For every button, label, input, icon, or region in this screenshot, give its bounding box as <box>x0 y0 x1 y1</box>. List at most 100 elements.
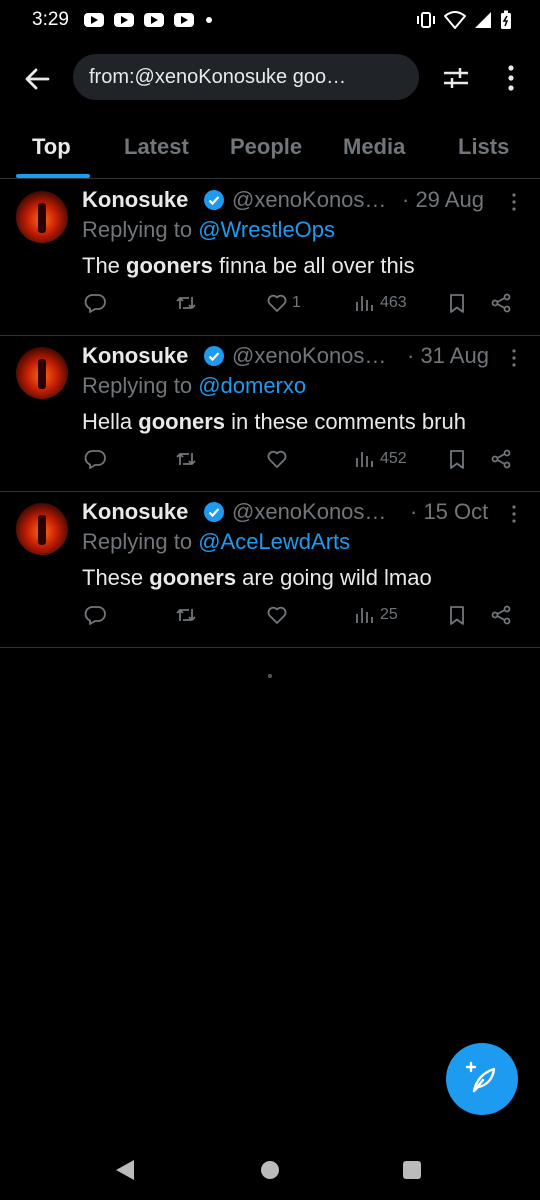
view-count: 25 <box>380 606 398 623</box>
author-name[interactable]: Konosuke <box>82 499 188 525</box>
filter-icon[interactable] <box>440 62 472 94</box>
compose-button[interactable] <box>446 1043 518 1115</box>
tweet-text-highlight: gooners <box>126 253 213 278</box>
share-button[interactable] <box>490 447 512 471</box>
tweet-date[interactable]: · 29 Aug <box>402 187 484 213</box>
youtube-notification-icon <box>144 13 164 27</box>
author-name[interactable]: Konosuke <box>82 187 188 213</box>
bookmark-icon <box>450 450 464 469</box>
bookmark-icon <box>450 606 464 625</box>
bookmark-button[interactable] <box>446 447 468 471</box>
views-button[interactable]: 452 <box>354 447 407 471</box>
like-icon <box>267 606 287 624</box>
bookmark-button[interactable] <box>446 291 468 315</box>
back-arrow-icon[interactable] <box>22 64 52 94</box>
replying-to-link[interactable]: @AceLewdArts <box>198 529 350 554</box>
retweet-button[interactable] <box>175 447 197 471</box>
signal-icon <box>475 12 491 28</box>
bookmark-button[interactable] <box>446 603 468 627</box>
vibrate-icon <box>417 12 435 28</box>
share-button[interactable] <box>490 603 512 627</box>
bookmark-icon <box>450 294 464 313</box>
reply-button[interactable] <box>84 447 106 471</box>
nav-back-icon[interactable] <box>116 1160 134 1180</box>
reply-button[interactable] <box>84 291 106 315</box>
author-handle[interactable]: @xenoKonos… <box>232 187 386 213</box>
youtube-notification-icon <box>174 13 194 27</box>
tab-top[interactable]: Top <box>32 134 71 160</box>
search-tabs: Top Latest People Media Lists <box>0 122 540 179</box>
verified-badge-icon <box>204 502 224 522</box>
like-button[interactable] <box>266 447 292 471</box>
tweet-date[interactable]: · 31 Aug <box>407 343 489 369</box>
verified-badge-icon <box>204 190 224 210</box>
tab-media[interactable]: Media <box>343 134 405 160</box>
tweet[interactable]: Konosuke @xenoKonos… · 31 Aug Replying t… <box>0 335 540 492</box>
replying-to-label: Replying to <box>82 217 199 242</box>
author-handle[interactable]: @xenoKonos… <box>232 343 386 369</box>
retweet-icon <box>176 609 196 621</box>
replying-to: Replying to @WrestleOps <box>82 217 335 243</box>
replying-to: Replying to @AceLewdArts <box>82 529 350 555</box>
replying-to-label: Replying to <box>82 373 199 398</box>
views-button[interactable]: 463 <box>354 291 407 315</box>
views-button[interactable]: 25 <box>354 603 398 627</box>
youtube-notification-icon <box>114 13 134 27</box>
status-bar: 3:29 <box>0 0 540 40</box>
like-icon <box>267 294 287 312</box>
avatar[interactable] <box>16 191 68 243</box>
reply-icon <box>84 606 106 625</box>
system-navigation-bar <box>0 1130 540 1200</box>
tweet-more-icon[interactable] <box>508 191 520 213</box>
search-header: from:@xenoKonosuke goo… <box>0 52 540 104</box>
tab-people[interactable]: People <box>230 134 302 160</box>
views-icon <box>356 608 373 623</box>
view-count: 463 <box>380 294 407 311</box>
tweet-date[interactable]: · 15 Oct <box>410 499 488 525</box>
replying-to-link[interactable]: @domerxo <box>198 373 306 398</box>
avatar[interactable] <box>16 347 68 399</box>
retweet-button[interactable] <box>175 291 197 315</box>
reply-icon <box>84 450 106 469</box>
loading-indicator <box>268 674 272 678</box>
tweet[interactable]: Konosuke @xenoKonos… · 15 Oct Replying t… <box>0 491 540 648</box>
nav-recents-icon[interactable] <box>403 1161 421 1179</box>
tab-latest[interactable]: Latest <box>124 134 189 160</box>
retweet-icon <box>176 453 196 465</box>
youtube-notification-icon <box>84 13 104 27</box>
views-icon <box>356 296 373 311</box>
tweet-text-part: Hella <box>82 409 139 434</box>
search-input[interactable]: from:@xenoKonosuke goo… <box>73 54 419 100</box>
views-icon <box>356 452 373 467</box>
compose-icon <box>465 1061 496 1093</box>
more-notifications-icon <box>206 17 212 23</box>
like-icon <box>267 450 287 468</box>
like-button[interactable]: 1 <box>266 291 301 315</box>
tweet[interactable]: Konosuke @xenoKonos… · 29 Aug Replying t… <box>0 179 540 336</box>
share-icon <box>491 293 511 313</box>
tweet-more-icon[interactable] <box>508 347 520 369</box>
tweet-text-part: The <box>82 253 127 278</box>
share-button[interactable] <box>490 291 512 315</box>
like-count: 1 <box>292 294 301 311</box>
author-handle[interactable]: @xenoKonos… <box>232 499 386 525</box>
share-icon <box>491 449 511 469</box>
tab-lists[interactable]: Lists <box>458 134 509 160</box>
reply-icon <box>84 294 106 313</box>
like-button[interactable] <box>266 603 292 627</box>
retweet-button[interactable] <box>175 603 197 627</box>
reply-button[interactable] <box>84 603 106 627</box>
nav-home-icon[interactable] <box>261 1161 279 1179</box>
more-vertical-icon[interactable] <box>496 62 526 94</box>
tweet-text-part: are going wild lmao <box>236 565 432 590</box>
avatar[interactable] <box>16 503 68 555</box>
wifi-icon <box>444 11 466 29</box>
replying-to-link[interactable]: @WrestleOps <box>198 217 335 242</box>
tweet-text-highlight: gooners <box>138 409 226 434</box>
tweet-text-part: in these comments bruh <box>225 409 466 434</box>
author-name[interactable]: Konosuke <box>82 343 188 369</box>
tweet-text: The gooners finna be all over this <box>82 253 415 279</box>
status-time: 3:29 <box>32 9 69 30</box>
tweet-more-icon[interactable] <box>508 503 520 525</box>
verified-badge-icon <box>204 346 224 366</box>
